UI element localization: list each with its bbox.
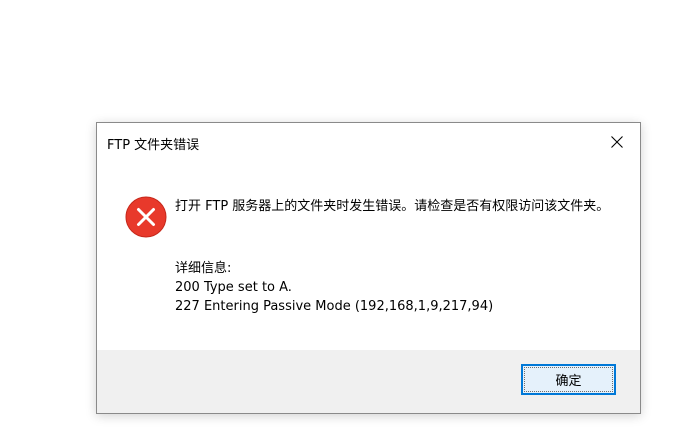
title-bar[interactable]: FTP 文件夹错误 [97,123,640,161]
error-message: 打开 FTP 服务器上的文件夹时发生错误。请检查是否有权限访问该文件夹。 [175,199,610,214]
ok-button[interactable]: 确定 [521,364,616,395]
dialog-content: 打开 FTP 服务器上的文件夹时发生错误。请检查是否有权限访问该文件夹。 详细信… [97,161,640,350]
dialog-title: FTP 文件夹错误 [107,138,200,153]
close-button[interactable] [600,127,634,157]
details-label: 详细信息: [175,261,232,276]
error-circle-icon [125,196,167,238]
details-line: 227 Entering Passive Mode (192,168,1,9,2… [175,299,494,314]
ok-button-label: 确定 [555,374,582,389]
ftp-error-dialog: FTP 文件夹错误 打开 FTP 服务器上的文件夹时发生错误。请检查是否有权限访… [96,122,641,414]
button-bar: 确定 [97,350,640,413]
details-section: 详细信息: 200 Type set to A. 227 Entering Pa… [175,259,493,316]
details-line: 200 Type set to A. [175,280,292,295]
close-icon [611,136,623,148]
